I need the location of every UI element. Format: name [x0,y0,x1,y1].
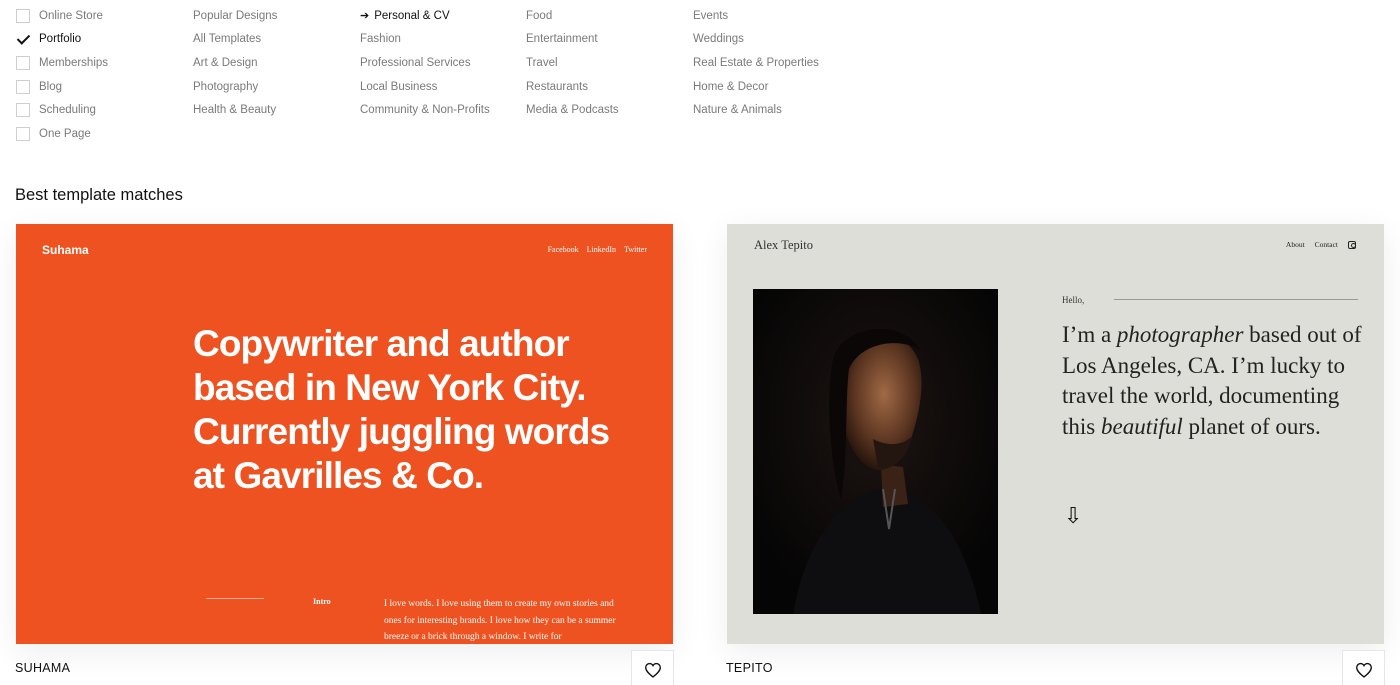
category-link[interactable]: All Templates [193,28,277,52]
category-link[interactable]: Nature & Animals [693,98,819,122]
preview-nav-item: About [1285,240,1305,249]
category-column: ➔ Personal & CV Fashion Professional Serv… [360,4,490,122]
preview-nav-item: LinkedIn [586,245,616,254]
filter-online-store[interactable]: Online Store [16,4,186,28]
favorite-button[interactable] [1342,650,1385,685]
section-title: Best template matches [15,186,183,204]
template-name[interactable]: SUHAMA [15,661,70,675]
preview-nav-item: Twitter [624,245,647,254]
filter-label: One Page [39,127,91,140]
intro-text-emphasis: photographer [1116,322,1244,347]
checkbox[interactable] [16,103,30,118]
category-column: Food Entertainment Travel Restaurants Me… [526,4,619,122]
filter-scheduling[interactable]: Scheduling [16,98,186,122]
category-link[interactable]: Real Estate & Properties [693,51,819,75]
checkmark-icon[interactable] [16,32,30,46]
filter-label: Blog [39,80,63,93]
favorite-button[interactable] [631,650,674,685]
preview-nav: About Contact [1286,240,1356,249]
intro-text-emphasis: beautiful [1100,413,1183,439]
category-link[interactable]: Photography [193,75,277,99]
preview-nav: Facebook LinkedIn Twitter [548,245,647,254]
preview-nav-item: Facebook [547,245,579,254]
template-preview-tepito[interactable]: Alex Tepito About Contact Hello, I’m a p… [727,224,1384,644]
template-name[interactable]: TEPITO [726,661,773,675]
category-link[interactable]: Home & Decor [693,75,819,99]
category-link[interactable]: Weddings [693,28,819,52]
filter-label: Memberships [39,56,109,69]
preview-body-text: I love words. I love using them to creat… [384,599,616,642]
category-link[interactable]: Events [693,4,819,28]
checkbox[interactable] [16,126,30,141]
portrait-illustration [753,289,998,614]
preview-site-name: Alex Tepito [754,238,813,252]
category-link[interactable]: Local Business [360,75,490,99]
arrow-right-icon: ➔ [360,10,370,23]
heart-icon [644,662,661,678]
filter-memberships[interactable]: Memberships [16,51,186,75]
intro-text-part: planet of ours. [1182,413,1321,439]
category-column: Events Weddings Real Estate & Properties… [693,4,819,122]
category-link[interactable]: Art & Design [193,51,277,75]
category-link[interactable]: Restaurants [526,75,619,99]
filter-label: Online Store [39,9,103,22]
filter-blog[interactable]: Blog [16,75,186,99]
category-link[interactable]: Food [526,4,619,28]
filter-label: Scheduling [39,104,96,117]
filter-one-page[interactable]: One Page [16,122,186,146]
preview-intro-text: I’m a photographer based out of Los Ange… [1062,320,1372,442]
category-link[interactable]: Travel [526,51,619,75]
instagram-icon [1348,240,1356,249]
category-link[interactable]: Professional Services [360,51,490,75]
divider [206,598,264,599]
category-link[interactable]: Popular Designs [193,4,277,28]
heart-icon [1355,662,1372,678]
category-link[interactable]: Entertainment [526,28,619,52]
preview-logo: Suhama [42,243,89,257]
intro-text-part: I’m a [1062,322,1117,347]
category-link[interactable]: Health & Beauty [193,98,277,122]
checkbox[interactable] [16,79,30,94]
preview-headline: Copywriter and author based in New York … [193,323,610,496]
category-link[interactable]: Community & Non-Profits [360,98,490,122]
category-link[interactable]: Fashion [360,28,490,52]
preview-nav-item: Contact [1314,240,1338,249]
divider [1114,299,1358,300]
template-preview-suhama[interactable]: Suhama Facebook LinkedIn Twitter Copywri… [16,224,673,644]
filter-label: Portfolio [39,33,82,46]
arrow-down-icon: ⇩ [1064,504,1083,529]
filter-portfolio[interactable]: Portfolio [16,28,186,52]
preview-greeting: Hello, [1062,295,1085,305]
category-link[interactable]: Media & Podcasts [526,98,619,122]
checkbox[interactable] [16,55,30,70]
feature-filter-list: Online Store Portfolio Memberships Blog … [16,4,186,146]
category-label: Personal & CV [374,9,450,22]
preview-intro-label: Intro [313,597,331,606]
checkbox[interactable] [16,8,30,23]
portrait-photo [753,289,998,614]
category-link-active[interactable]: ➔ Personal & CV [360,4,490,28]
category-column: Popular Designs All Templates Art & Desi… [193,4,277,122]
